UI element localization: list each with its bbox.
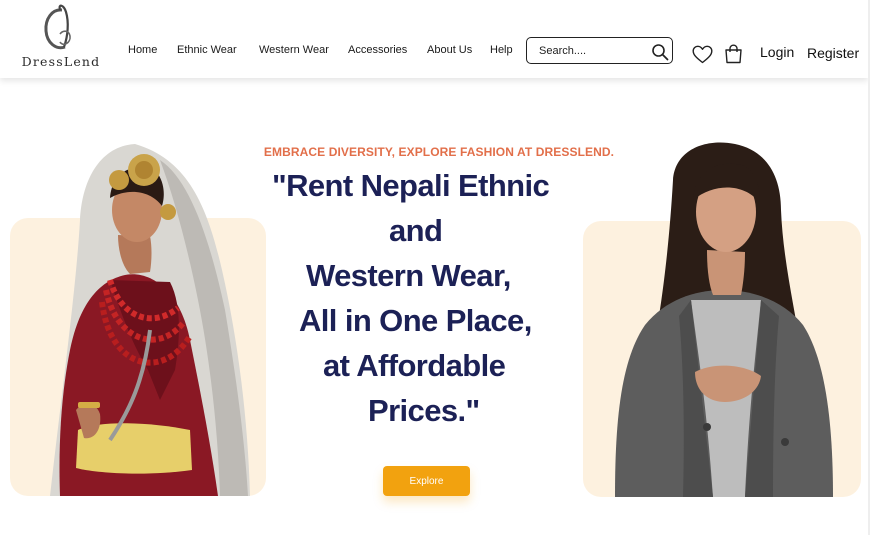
headline-line-3: Western Wear, <box>306 258 511 293</box>
logo-mark-icon <box>44 4 71 50</box>
shopping-bag-icon[interactable] <box>724 44 743 64</box>
nav-accessories[interactable]: Accessories <box>348 44 407 56</box>
logo-text: DressLend <box>21 54 101 69</box>
register-link[interactable]: Register <box>807 45 859 61</box>
headline-line-2: and <box>389 213 443 248</box>
hero-tagline: EMBRACE DIVERSITY, EXPLORE FASHION AT DR… <box>263 145 615 159</box>
ethnic-wear-model-image <box>50 144 250 496</box>
nav-about-us[interactable]: About Us <box>427 44 472 56</box>
heart-icon[interactable] <box>692 45 713 64</box>
headline-line-1: "Rent Nepali Ethnic <box>272 168 550 203</box>
headline-line-5: at Affordable <box>323 348 506 383</box>
search-input[interactable] <box>539 42 647 59</box>
site-header: DressLend Home Ethnic Wear Western Wear … <box>0 0 868 78</box>
login-link[interactable]: Login <box>760 44 794 60</box>
headline-line-4: All in One Place, <box>299 303 532 338</box>
nav-western-wear[interactable]: Western Wear <box>259 44 329 56</box>
search-box <box>526 37 673 64</box>
explore-button[interactable]: Explore <box>383 466 470 496</box>
nav-help[interactable]: Help <box>490 44 513 56</box>
western-wear-model-image <box>615 142 833 497</box>
nav-home[interactable]: Home <box>128 44 157 56</box>
nav-ethnic-wear[interactable]: Ethnic Wear <box>177 44 237 56</box>
headline-line-6: Prices." <box>368 393 480 428</box>
logo[interactable]: DressLend <box>14 0 106 72</box>
search-icon[interactable] <box>651 43 669 61</box>
